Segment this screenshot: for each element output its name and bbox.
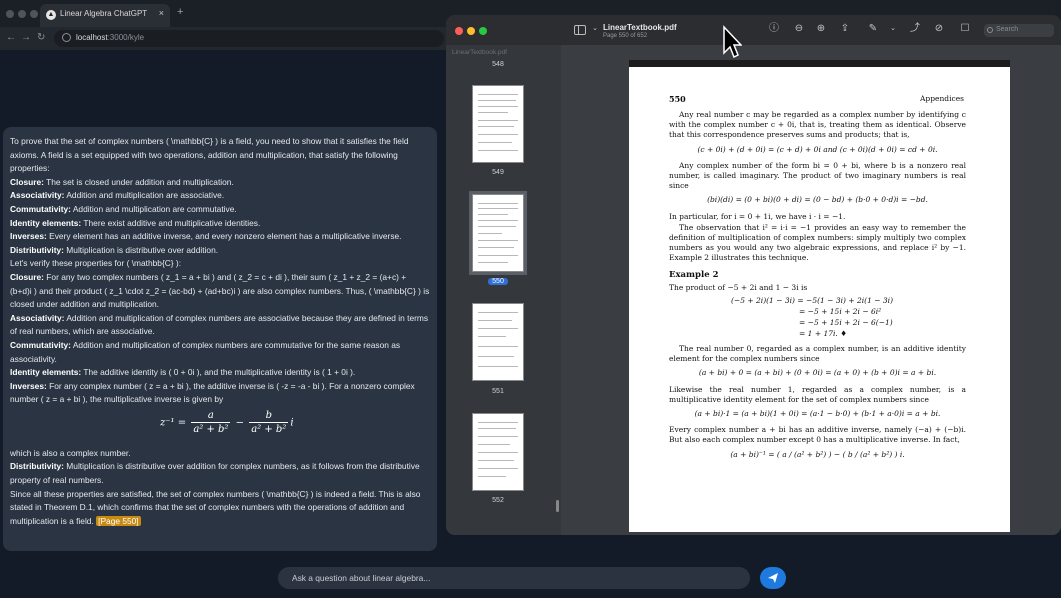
check-item: Associativity: Addition and multiplicati…: [10, 312, 429, 337]
minimize-window-dot[interactable]: [18, 10, 26, 18]
search-field[interactable]: Search: [984, 24, 1054, 37]
distributivity-item: Distributivity: Multiplication is distri…: [10, 461, 420, 486]
mouse-cursor-icon: [723, 25, 742, 59]
check-item: Closure: For any two complex numbers ( z…: [10, 271, 430, 310]
thumbnail-label: 552: [492, 497, 504, 504]
equation: (a + bi)⁻¹ = ( a / (a² + b²) ) − ( b / (…: [730, 449, 905, 459]
document-title: LinearTextbook.pdf: [603, 23, 677, 32]
minimize-button[interactable]: [467, 27, 475, 35]
tab-title: Linear Algebra ChatGPT: [60, 9, 148, 18]
zoom-window-dot[interactable]: [30, 10, 38, 18]
thumbnail-label: 548: [492, 61, 504, 68]
equation: (a + bi) + 0 = (a + bi) + (0 + 0i) = (a …: [698, 368, 937, 378]
page-top-edge: [629, 60, 1010, 67]
check-item: Inverses: For any complex number ( z = a…: [10, 380, 415, 405]
send-icon: [768, 573, 778, 583]
search-icon: [987, 27, 993, 33]
axiom-item: Distributivity: Multiplication is distri…: [10, 244, 219, 255]
close-window-dot[interactable]: [6, 10, 14, 18]
running-header: Appendices: [920, 94, 964, 103]
share-icon[interactable]: ⇪: [839, 23, 851, 35]
aligned-equations: (−5 + 2i)(1 − 3i) = −5(1 − 3i) + 2i(1 − …: [731, 296, 966, 340]
pdf-canvas: 550 Appendices Any real number c may be …: [561, 45, 1061, 535]
paragraph: The real number 0, regarded as a complex…: [669, 344, 966, 364]
paragraph: The observation that i² = i·i = −1 provi…: [669, 222, 966, 263]
paragraph: Every complex number a + bi has an addit…: [669, 425, 966, 445]
new-tab-button[interactable]: +: [177, 6, 183, 18]
paragraph: In particular, for i = 0 + 1i, we have i…: [669, 211, 846, 221]
axiom-item: Commutativity: Addition and multiplicati…: [10, 203, 237, 214]
paragraph: Any real number c may be regarded as a c…: [669, 110, 966, 140]
forward-button[interactable]: →: [21, 32, 31, 43]
thumbnail-label: 549: [492, 169, 504, 176]
document-subtitle: Page 550 of 652: [603, 33, 648, 39]
axiom-item: Identity elements: There exist additive …: [10, 217, 261, 228]
page-number: 550: [669, 94, 686, 104]
equation-line: (−5 + 2i)(1 − 3i) = −5(1 − 3i) + 2i(1 − …: [731, 296, 894, 306]
equation: (c + 0i) + (d + 0i) = (c + d) + 0i and (…: [697, 144, 938, 154]
conclusion-text: Since all these properties are satisfied…: [10, 488, 421, 526]
pdf-page: 550 Appendices Any real number c may be …: [629, 60, 1010, 532]
sidebar-toggle-icon[interactable]: [574, 25, 586, 35]
paragraph: Likewise the real number 1, regarded as …: [669, 384, 966, 404]
search-placeholder: Search: [996, 26, 1019, 33]
pdf-viewer-window: ⌄ LinearTextbook.pdf Page 550 of 652 ⓘ ⊖…: [446, 15, 1061, 535]
sidebar-filename: LinearTextbook.pdf: [452, 49, 507, 56]
thumbnail-label-selected: 550: [472, 278, 524, 285]
question-input-bar: [278, 567, 750, 589]
thumbnail-page-552[interactable]: [472, 413, 524, 491]
thumbnail-page-549[interactable]: [472, 85, 524, 163]
check-item: Identity elements: The additive identity…: [10, 367, 356, 378]
back-button[interactable]: ←: [6, 32, 16, 43]
info-icon[interactable]: ⓘ: [768, 23, 780, 35]
thumbnail-sidebar: LinearTextbook.pdf 548 549 550 551 552: [446, 45, 561, 535]
equation: (bi)(di) = (0 + bi)(0 + di) = (0 − bd) +…: [707, 195, 928, 205]
equation-line: = −5 + 15i + 2i − 6(−1): [799, 318, 893, 328]
intro-text: To prove that the set of complex numbers…: [10, 136, 409, 174]
after-formula-text: which is also a complex number.: [10, 447, 131, 458]
thumbnail-page-551[interactable]: [472, 303, 524, 381]
equation: (a + bi)·1 = (a + bi)(1 + 0i) = (a·1 − b…: [694, 409, 941, 419]
address-bar[interactable]: localhost:3000/kyle: [54, 30, 444, 47]
page-citation-link[interactable]: [Page 550]: [96, 515, 141, 526]
reload-button[interactable]: ↻: [37, 32, 45, 43]
rotate-icon[interactable]: ⤴: [909, 23, 921, 35]
question-input[interactable]: [292, 571, 732, 585]
zoom-button[interactable]: [479, 27, 487, 35]
axiom-list: Closure: The set is closed under additio…: [10, 176, 430, 258]
sidebar-scrollbar[interactable]: [556, 500, 559, 512]
site-info-icon[interactable]: [62, 33, 71, 42]
markup-pen-icon[interactable]: ✎: [867, 23, 879, 35]
favicon-icon: ▲: [46, 10, 56, 20]
chevron-down-icon[interactable]: ⌄: [589, 23, 601, 35]
paragraph: The product of −5 + 2i and 1 − 3i is: [669, 282, 808, 292]
axiom-item: Associativity: Addition and multiplicati…: [10, 190, 225, 201]
thumbnail-page-550[interactable]: [469, 191, 527, 275]
inverse-formula: z⁻¹ = a a² + b² − b a² + b² i: [160, 409, 294, 436]
check-item: Commutativity: Addition and multiplicati…: [10, 339, 401, 364]
equation-line: = −5 + 15i + 2i − 6i²: [799, 307, 882, 317]
chevron-down-icon[interactable]: ⌄: [887, 23, 899, 35]
verify-intro: Let's verify these properties for ( \mat…: [10, 258, 182, 269]
zoom-out-icon[interactable]: ⊖: [793, 23, 805, 35]
axiom-item: Inverses: Every element has an additive …: [10, 231, 402, 242]
example-heading: Example 2: [669, 269, 719, 280]
paragraph: Any complex number of the form bi = 0 + …: [669, 160, 966, 191]
tab-close-icon[interactable]: ×: [159, 8, 164, 18]
pdf-titlebar: ⌄ LinearTextbook.pdf Page 550 of 652 ⓘ ⊖…: [446, 15, 1061, 45]
zoom-in-icon[interactable]: ⊕: [815, 23, 827, 35]
form-fill-icon[interactable]: ☐: [959, 23, 971, 35]
send-button[interactable]: [760, 567, 786, 589]
tab-linear-algebra-chatgpt[interactable]: ▲ Linear Algebra ChatGPT ×: [40, 4, 170, 27]
page-body: Any real number c may be regarded as a c…: [669, 110, 966, 466]
annotate-icon[interactable]: ⊘: [933, 23, 945, 35]
close-button[interactable]: [455, 27, 463, 35]
equation-line: = 1 + 17i. ♦: [799, 329, 847, 339]
axiom-item: Closure: The set is closed under additio…: [10, 176, 234, 187]
thumbnail-label: 551: [492, 388, 504, 395]
assistant-message: To prove that the set of complex numbers…: [3, 127, 437, 551]
url-text: localhost:3000/kyle: [76, 33, 145, 42]
